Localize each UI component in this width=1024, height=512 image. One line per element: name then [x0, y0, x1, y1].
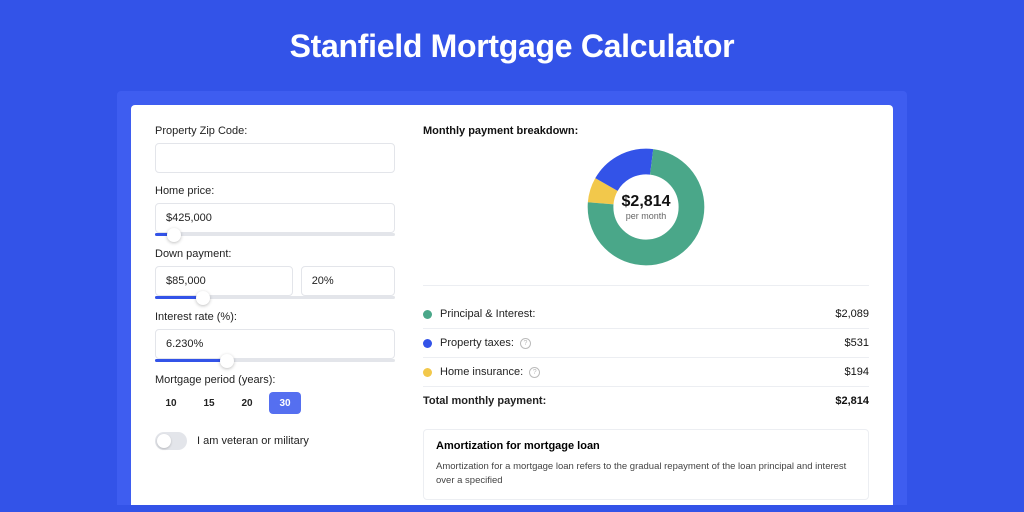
home-price-input[interactable]	[155, 203, 395, 233]
breakdown-title: Monthly payment breakdown:	[423, 125, 869, 137]
info-icon[interactable]: ?	[529, 367, 540, 378]
down-payment-input[interactable]	[155, 266, 293, 296]
breakdown-legend: Principal & Interest: $2,089 Property taxe…	[423, 300, 869, 387]
donut-sublabel: per month	[626, 211, 667, 221]
mortgage-period-option-15[interactable]: 15	[193, 392, 225, 414]
info-icon[interactable]: ?	[520, 338, 531, 349]
legend-dot-icon	[423, 339, 432, 348]
legend-dot-icon	[423, 310, 432, 319]
amortization-title: Amortization for mortgage loan	[436, 440, 856, 452]
slider-thumb[interactable]	[167, 228, 181, 242]
legend-value: $531	[845, 337, 869, 349]
amortization-text: Amortization for a mortgage loan refers …	[436, 460, 856, 489]
veteran-label: I am veteran or military	[197, 435, 309, 447]
veteran-toggle[interactable]	[155, 432, 187, 450]
mortgage-period-option-30[interactable]: 30	[269, 392, 301, 414]
panel-shadow: Property Zip Code: Home price: Down paym…	[117, 91, 907, 505]
legend-row: Property taxes:? $531	[423, 329, 869, 358]
legend-label: Property taxes:	[440, 337, 514, 349]
home-price-slider[interactable]	[155, 233, 395, 236]
mortgage-period-options: 10 15 20 30	[155, 392, 395, 414]
interest-rate-input[interactable]	[155, 329, 395, 359]
slider-thumb[interactable]	[220, 354, 234, 368]
down-payment-label: Down payment:	[155, 248, 395, 260]
total-value: $2,814	[835, 395, 869, 407]
home-price-label: Home price:	[155, 185, 395, 197]
toggle-knob	[157, 434, 171, 448]
zip-input[interactable]	[155, 143, 395, 173]
mortgage-period-option-20[interactable]: 20	[231, 392, 263, 414]
interest-rate-slider[interactable]	[155, 359, 395, 362]
zip-label: Property Zip Code:	[155, 125, 395, 137]
donut-amount: $2,814	[622, 193, 671, 211]
calculator-panel: Property Zip Code: Home price: Down paym…	[131, 105, 893, 505]
legend-row: Principal & Interest: $2,089	[423, 300, 869, 329]
slider-thumb[interactable]	[196, 291, 210, 305]
legend-label: Principal & Interest:	[440, 308, 535, 320]
legend-dot-icon	[423, 368, 432, 377]
mortgage-period-label: Mortgage period (years):	[155, 374, 395, 386]
total-label: Total monthly payment:	[423, 395, 546, 407]
down-payment-pct-input[interactable]	[301, 266, 395, 296]
breakdown-column: Monthly payment breakdown: $2,814 per mo…	[423, 125, 869, 505]
legend-row: Home insurance:? $194	[423, 358, 869, 387]
interest-rate-label: Interest rate (%):	[155, 311, 395, 323]
legend-label: Home insurance:	[440, 366, 523, 378]
down-payment-slider[interactable]	[155, 296, 395, 299]
form-column: Property Zip Code: Home price: Down paym…	[155, 125, 395, 505]
donut-chart: $2,814 per month	[586, 147, 706, 267]
mortgage-period-option-10[interactable]: 10	[155, 392, 187, 414]
legend-value: $2,089	[835, 308, 869, 320]
legend-value: $194	[845, 366, 869, 378]
page-title: Stanfield Mortgage Calculator	[290, 28, 735, 65]
